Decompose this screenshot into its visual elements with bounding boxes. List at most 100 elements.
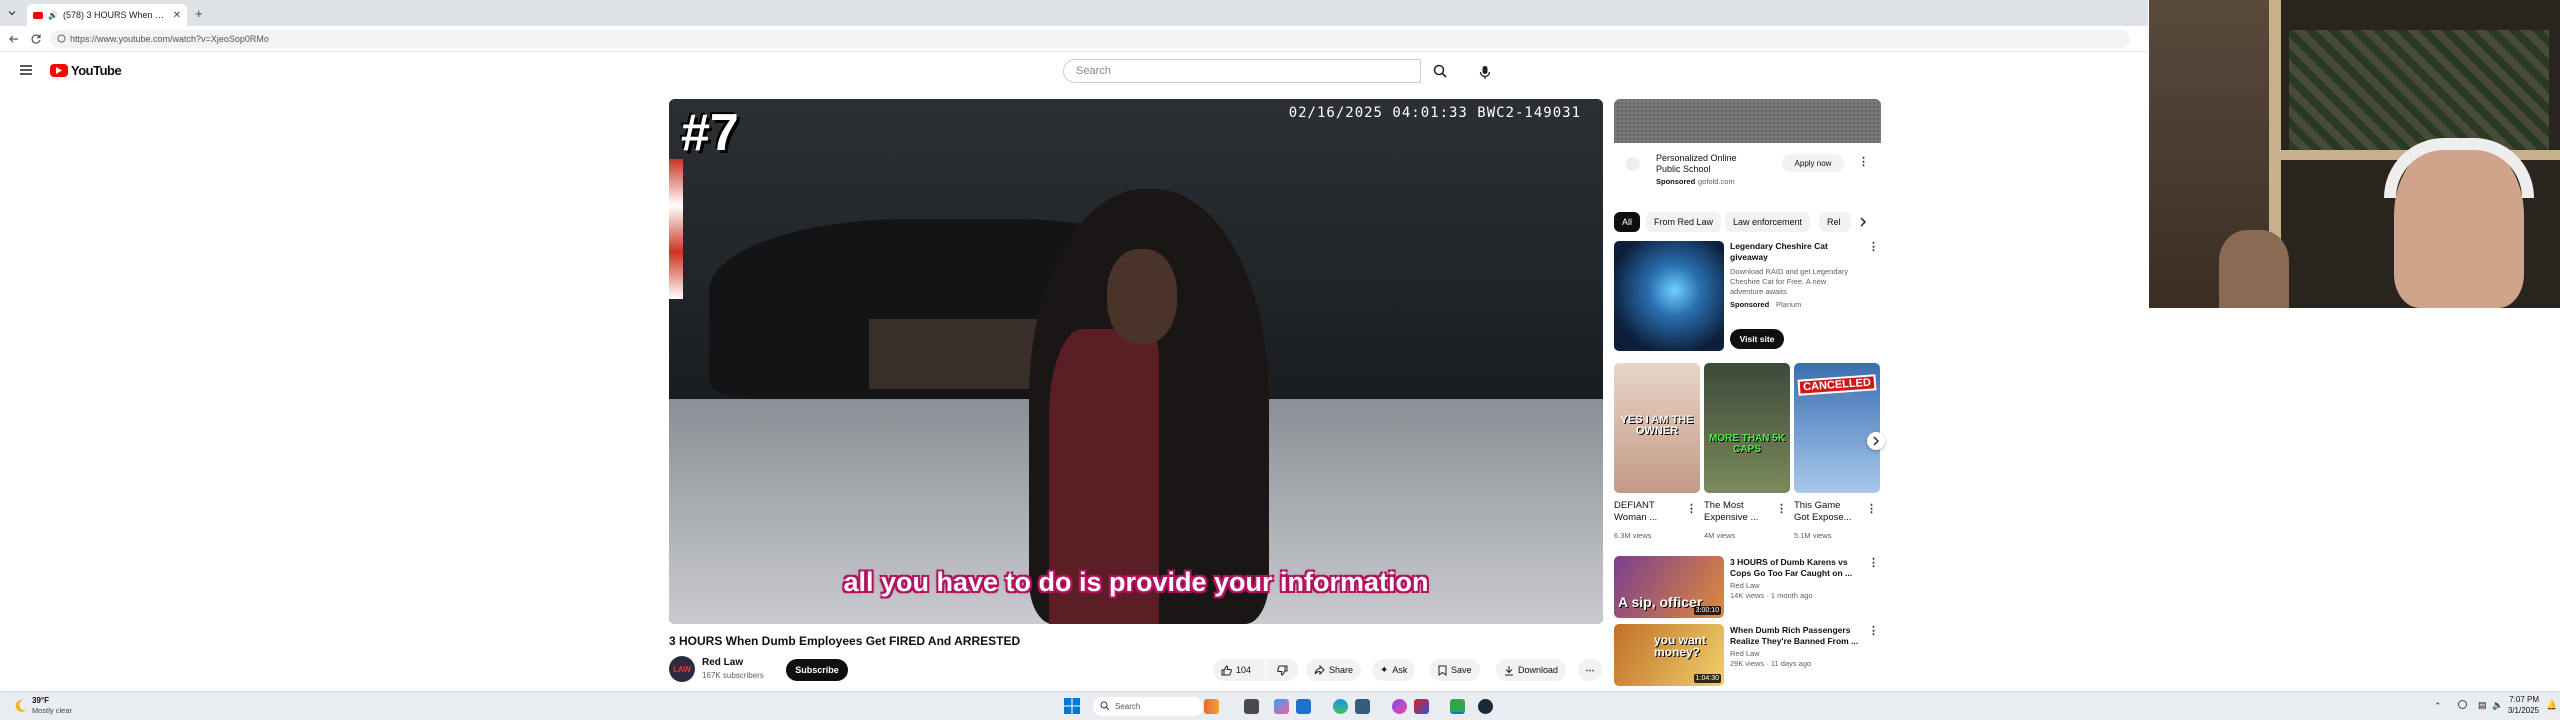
app-icon-store[interactable] (1355, 699, 1370, 714)
short-menu-icon-3[interactable]: ⋮ (1866, 502, 1877, 515)
browser-tab-active[interactable]: 🔊 (578) 3 HOURS When Dumb E ✕ (27, 4, 187, 26)
apply-now-button[interactable]: Apply now (1782, 154, 1844, 172)
network-icon[interactable]: ▤ (2478, 700, 2487, 711)
youtube-logo-text: YouTube (71, 63, 122, 78)
video-menu-icon-2[interactable]: ⋮ (1868, 624, 1879, 637)
windows-start-icon[interactable] (1064, 698, 1080, 714)
youtube-favicon-icon (33, 11, 43, 19)
ad-menu-icon[interactable]: ⋮ (1858, 155, 1869, 168)
share-button[interactable]: Share (1306, 659, 1362, 681)
weather-moon-icon[interactable] (12, 698, 28, 714)
subscribe-button[interactable]: Subscribe (786, 659, 848, 681)
tray-app-icon[interactable] (2458, 700, 2467, 709)
visit-site-button[interactable]: Visit site (1730, 329, 1784, 349)
steam-app-icon[interactable] (1478, 699, 1493, 714)
dislike-button[interactable] (1266, 659, 1298, 681)
tab-list-chevron-icon[interactable] (6, 7, 18, 19)
back-arrow-icon[interactable] (8, 33, 20, 45)
promo-title-line1[interactable]: Legendary Cheshire Cat (1730, 241, 1828, 252)
task-view-icon[interactable] (1244, 699, 1259, 714)
notification-bell-icon[interactable]: 🔔 (2546, 700, 2557, 711)
short-thumbnail-2[interactable]: MORE THAN 5K CAPS (1704, 363, 1790, 493)
tab-close-icon[interactable]: ✕ (173, 10, 181, 21)
like-button[interactable]: 104 (1213, 659, 1265, 681)
weather-temp[interactable]: 39°F (32, 696, 49, 705)
clock-time[interactable]: 7:07 PM (2505, 695, 2539, 704)
video-channel-2[interactable]: Red Law (1730, 649, 1760, 659)
taskbar-search-input[interactable]: Search (1093, 697, 1203, 716)
promo-menu-icon[interactable]: ⋮ (1868, 240, 1879, 253)
files-app-icon[interactable] (1296, 699, 1311, 714)
app-icon-obs[interactable] (1414, 699, 1429, 714)
hamburger-menu-icon[interactable] (19, 64, 33, 76)
short-menu-icon-2[interactable]: ⋮ (1776, 502, 1787, 515)
short-title-2-line1[interactable]: The Most (1704, 500, 1744, 511)
short-thumbnail-1[interactable]: YES I AM THE OWNER (1614, 363, 1700, 493)
video-thumbnail-1[interactable]: A sip, officer 3:00:10 (1614, 556, 1724, 618)
more-actions-button[interactable]: ⋯ (1578, 659, 1602, 681)
short-title-3-line1[interactable]: This Game (1794, 500, 1840, 511)
channel-name[interactable]: Red Law (702, 657, 743, 668)
short-thumbnail-3[interactable]: CANCELLED (1794, 363, 1880, 493)
video-title-1-line2[interactable]: Cops Go Too Far Caught on ... (1730, 568, 1852, 579)
search-button[interactable] (1421, 59, 1459, 83)
promo-thumbnail[interactable] (1614, 241, 1724, 351)
url-text: https://www.youtube.com/watch?v=XjeoSop0… (70, 34, 269, 44)
clock-date[interactable]: 3/1/2025 (2505, 706, 2539, 715)
download-button[interactable]: Download (1496, 659, 1567, 681)
video-player[interactable]: #7 02/16/2025 04:01:33 BWC2-149031 all y… (669, 99, 1603, 624)
ask-button[interactable]: ✦ Ask (1372, 659, 1416, 681)
new-tab-plus-icon[interactable]: + (195, 6, 203, 21)
voice-search-button[interactable] (1472, 59, 1498, 85)
webcam-child (2219, 230, 2289, 308)
volume-icon[interactable]: 🔈 (2492, 700, 2503, 711)
site-info-icon[interactable] (57, 34, 66, 43)
bookmark-icon (1438, 665, 1447, 676)
chip-law-enforcement[interactable]: Law enforcement (1725, 212, 1811, 232)
short-title-1-line1[interactable]: DEFIANT (1614, 500, 1655, 511)
url-field[interactable]: https://www.youtube.com/watch?v=XjeoSop0… (50, 30, 2130, 48)
video-frame-flag (669, 159, 683, 299)
search-input[interactable]: Search (1063, 59, 1421, 83)
weather-desc[interactable]: Mostly clear (32, 706, 72, 715)
microphone-icon (1479, 65, 1491, 80)
short-menu-icon-1[interactable]: ⋮ (1686, 502, 1697, 515)
edge-browser-icon[interactable] (1333, 699, 1348, 714)
short-title-1-line2[interactable]: Woman ... (1614, 512, 1657, 523)
reload-icon[interactable] (30, 33, 42, 45)
short-title-3-line2[interactable]: Got Expose... (1794, 512, 1852, 523)
widgets-app-icon[interactable] (1274, 699, 1289, 714)
chip-all[interactable]: All (1614, 212, 1641, 232)
video-menu-icon-1[interactable]: ⋮ (1868, 556, 1879, 569)
chips-next-chevron-icon[interactable] (1857, 215, 1869, 229)
tray-chevron-icon[interactable]: ⌃ (2434, 701, 2442, 712)
short-title-2-line2[interactable]: Expensive ... (1704, 512, 1758, 523)
ad-card[interactable]: Personalized Online Public School Sponso… (1614, 143, 1881, 200)
video-channel-1[interactable]: Red Law (1730, 581, 1760, 591)
promo-sponsored-label: Sponsored (1730, 300, 1770, 309)
short-thumb-text-3: CANCELLED (1797, 374, 1877, 396)
video-title-1-line1[interactable]: 3 HOURS of Dumb Karens vs (1730, 557, 1848, 568)
youtube-logo[interactable]: YouTube (50, 63, 122, 78)
channel-avatar[interactable]: LAW (669, 656, 695, 682)
video-duration-1: 3:00:10 (1693, 606, 1721, 615)
audio-playing-icon[interactable]: 🔊 (48, 11, 58, 20)
promo-title-line2[interactable]: giveaway (1730, 252, 1768, 263)
youtube-play-logo-icon (50, 64, 68, 77)
ad-banner-image[interactable] (1614, 99, 1881, 143)
subscriber-count: 167K subscribers (702, 671, 764, 680)
taskbar-app-icon-1[interactable] (1204, 699, 1219, 714)
app-icon-discord[interactable] (1392, 699, 1407, 714)
video-duration-2: 1:04:30 (1693, 674, 1721, 683)
shorts-next-chevron-icon[interactable] (1867, 432, 1885, 450)
app-icon-active[interactable] (1450, 699, 1465, 714)
video-title-2-line1[interactable]: When Dumb Rich Passengers (1730, 625, 1850, 636)
save-button[interactable]: Save (1430, 659, 1480, 681)
video-thumbnail-2[interactable]: you want money? 1:04:30 (1614, 624, 1724, 686)
chip-related[interactable]: Rel (1819, 212, 1851, 232)
windows-taskbar: 39°F Mostly clear Search ⌃ ▤ 🔈 7:07 PM 3… (0, 691, 2560, 720)
video-title-2-line2[interactable]: Realize They're Banned From ... (1730, 636, 1858, 647)
sparkle-icon: ✦ (1380, 664, 1389, 676)
video-meta-1: 14K views · 1 month ago (1730, 591, 1813, 600)
chip-from-red-law[interactable]: From Red Law (1646, 212, 1722, 232)
